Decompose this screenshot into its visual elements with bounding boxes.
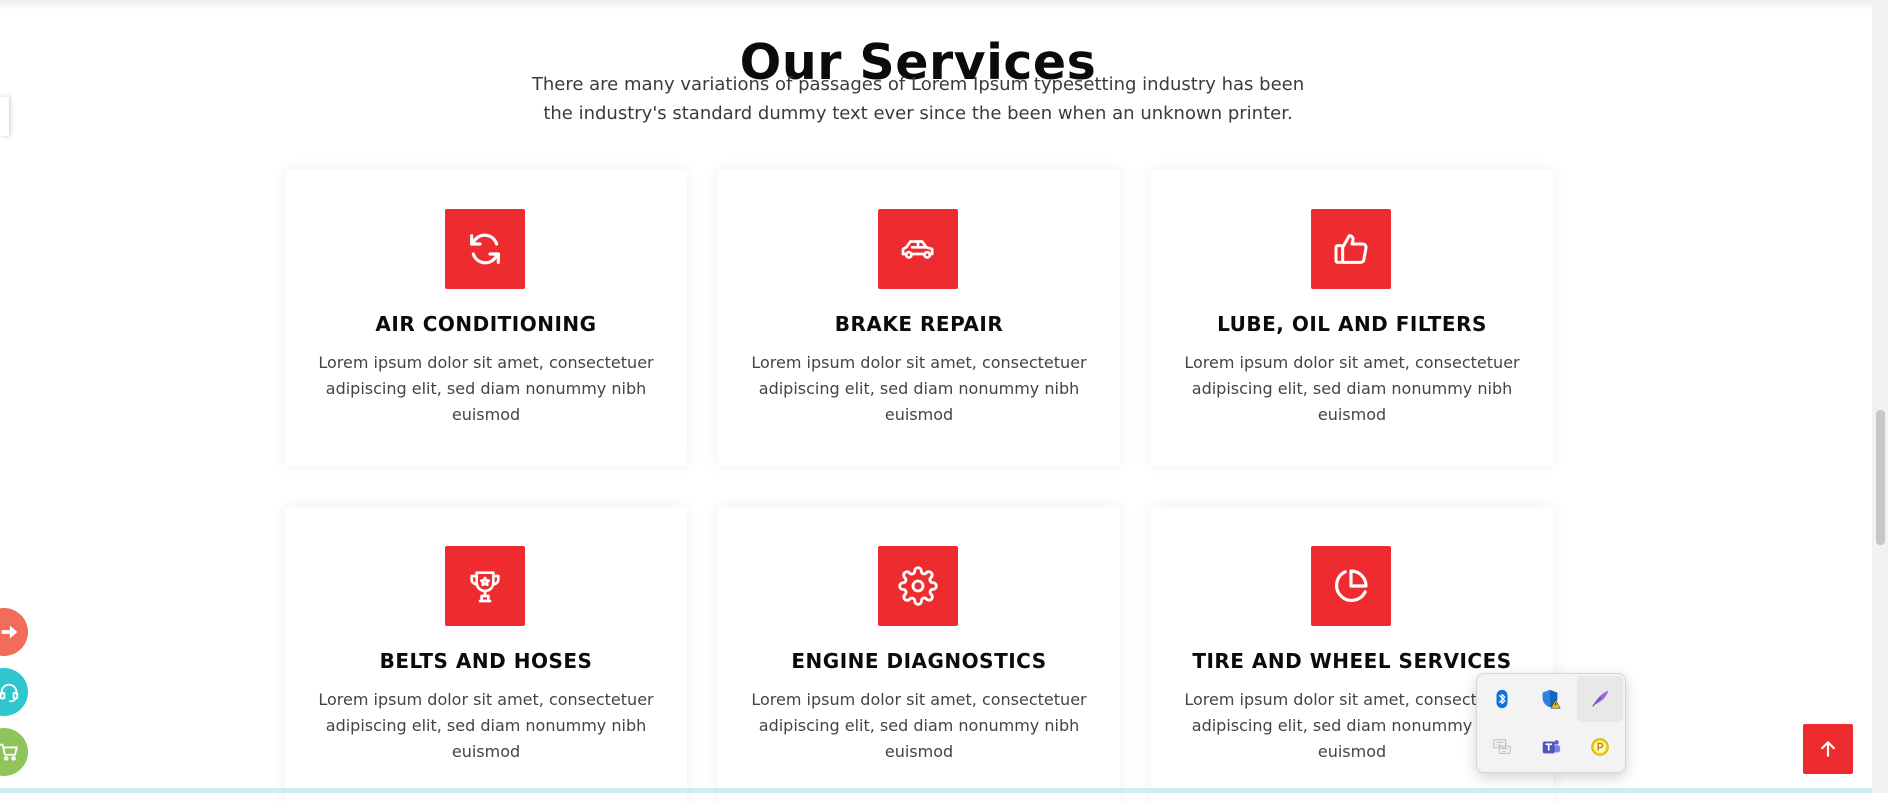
side-panel-tab[interactable] (0, 97, 9, 136)
vertical-scrollbar[interactable] (1872, 0, 1888, 793)
thumbs-up-icon (1334, 234, 1368, 264)
cart-float-button[interactable] (0, 728, 28, 776)
service-description: Lorem ipsum dolor sit amet, consectetuer… (318, 690, 654, 761)
service-title: ENGINE DIAGNOSTICS (791, 649, 1047, 673)
service-title: BRAKE REPAIR (834, 312, 1004, 336)
service-icon-box (1311, 209, 1391, 289)
service-icon-box (1311, 546, 1391, 626)
car-icon (901, 240, 934, 259)
cart-icon (0, 743, 18, 761)
page-top-shadow (0, 0, 1872, 10)
share-float-button[interactable] (0, 608, 28, 656)
service-description: Lorem ipsum dolor sit amet, consectetuer… (318, 353, 654, 424)
service-icon-box (445, 209, 525, 289)
system-tray-overflow (1476, 673, 1626, 773)
service-icon-box (878, 209, 958, 289)
service-description: Lorem ipsum dolor sit amet, consectetuer… (1184, 353, 1520, 424)
service-icon-box (445, 546, 525, 626)
tray-item-bluetooth[interactable] (1479, 676, 1525, 722)
service-title: AIR CONDITIONING (375, 312, 597, 336)
tray-item-teams[interactable] (1528, 724, 1574, 770)
gear-icon (898, 566, 938, 606)
p-coin-icon (1591, 738, 1609, 756)
chat-icon (1493, 739, 1511, 755)
refresh-icon (470, 233, 500, 265)
bluetooth-icon (1496, 689, 1508, 709)
service-card-engine-diagnostics[interactable]: ENGINE DIAGNOSTICS Lorem ipsum dolor sit… (718, 507, 1120, 803)
trophy-icon (470, 571, 500, 603)
tray-item-security[interactable] (1528, 676, 1574, 722)
security-shield-warning-icon (1542, 689, 1561, 709)
arrow-up-icon (1821, 741, 1835, 757)
tray-item-chat[interactable] (1479, 724, 1525, 770)
teams-icon (1542, 740, 1561, 754)
service-card-belts-hoses[interactable]: BELTS AND HOSES Lorem ipsum dolor sit am… (285, 507, 687, 803)
subtitle-line: the industry's standard dummy text ever … (543, 103, 1293, 124)
service-card-brake-repair[interactable]: BRAKE REPAIR Lorem ipsum dolor sit amet,… (718, 170, 1120, 466)
service-description: Lorem ipsum dolor sit amet, consectetuer… (751, 690, 1087, 761)
service-title: TIRE AND WHEEL SERVICES (1192, 649, 1512, 673)
bottom-strip (0, 788, 1872, 793)
service-icon-box (878, 546, 958, 626)
quill-icon (1592, 690, 1609, 707)
service-description: Lorem ipsum dolor sit amet, consectetuer… (1184, 690, 1520, 761)
service-card-air-conditioning[interactable]: AIR CONDITIONING Lorem ipsum dolor sit a… (285, 170, 687, 466)
section-subtitle: There are many variations of passages of… (518, 70, 1318, 128)
scrollbar-thumb[interactable] (1876, 410, 1885, 545)
service-card-lube-oil-filters[interactable]: LUBE, OIL AND FILTERS Lorem ipsum dolor … (1151, 170, 1553, 466)
service-title: BELTS AND HOSES (379, 649, 593, 673)
tray-item-p-coin[interactable] (1577, 724, 1623, 770)
headset-icon (0, 683, 19, 703)
arrow-right-icon (1, 625, 18, 639)
service-title: LUBE, OIL AND FILTERS (1217, 312, 1487, 336)
pie-chart-icon (1335, 569, 1368, 602)
tray-item-quill[interactable] (1577, 676, 1623, 722)
back-to-top-button[interactable] (1803, 724, 1853, 774)
subtitle-line: There are many variations of passages of… (531, 74, 1305, 95)
support-float-button[interactable] (0, 668, 28, 716)
service-description: Lorem ipsum dolor sit amet, consectetuer… (751, 353, 1087, 424)
